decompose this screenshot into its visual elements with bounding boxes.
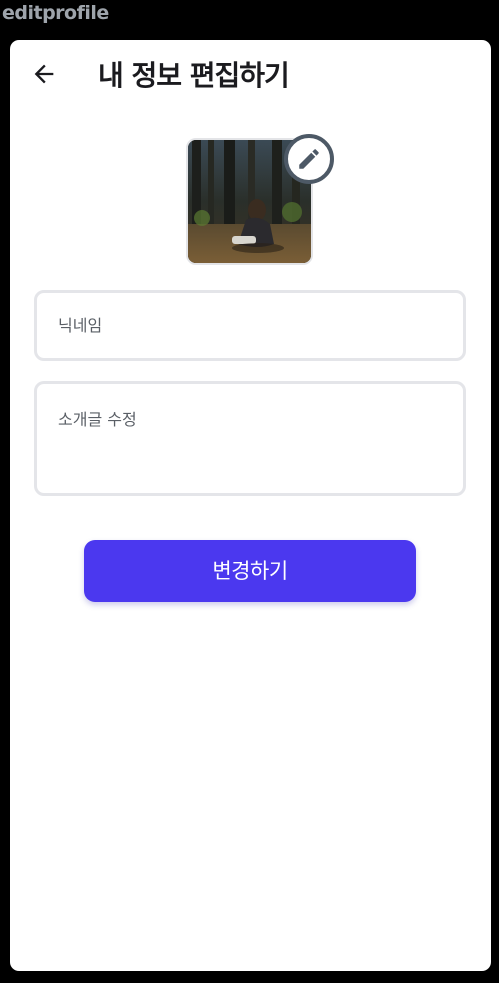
frame-label: editprofile [2,2,109,24]
edit-profile-screen: 내 정보 편집하기 닉네임 소개글 수정 변경하기 [10,40,491,971]
nickname-field [34,290,466,361]
back-button[interactable] [30,60,58,88]
profile-photo-area [186,134,334,265]
submit-button[interactable]: 변경하기 [84,540,416,602]
header: 내 정보 편집하기 [10,40,491,114]
page-title: 내 정보 편집하기 [98,59,290,92]
bio-input[interactable] [37,384,463,493]
nickname-input[interactable] [37,293,463,358]
pencil-icon [299,149,319,169]
edit-photo-button[interactable] [284,134,334,184]
arrow-left-icon [34,64,54,84]
bio-field [34,381,466,496]
